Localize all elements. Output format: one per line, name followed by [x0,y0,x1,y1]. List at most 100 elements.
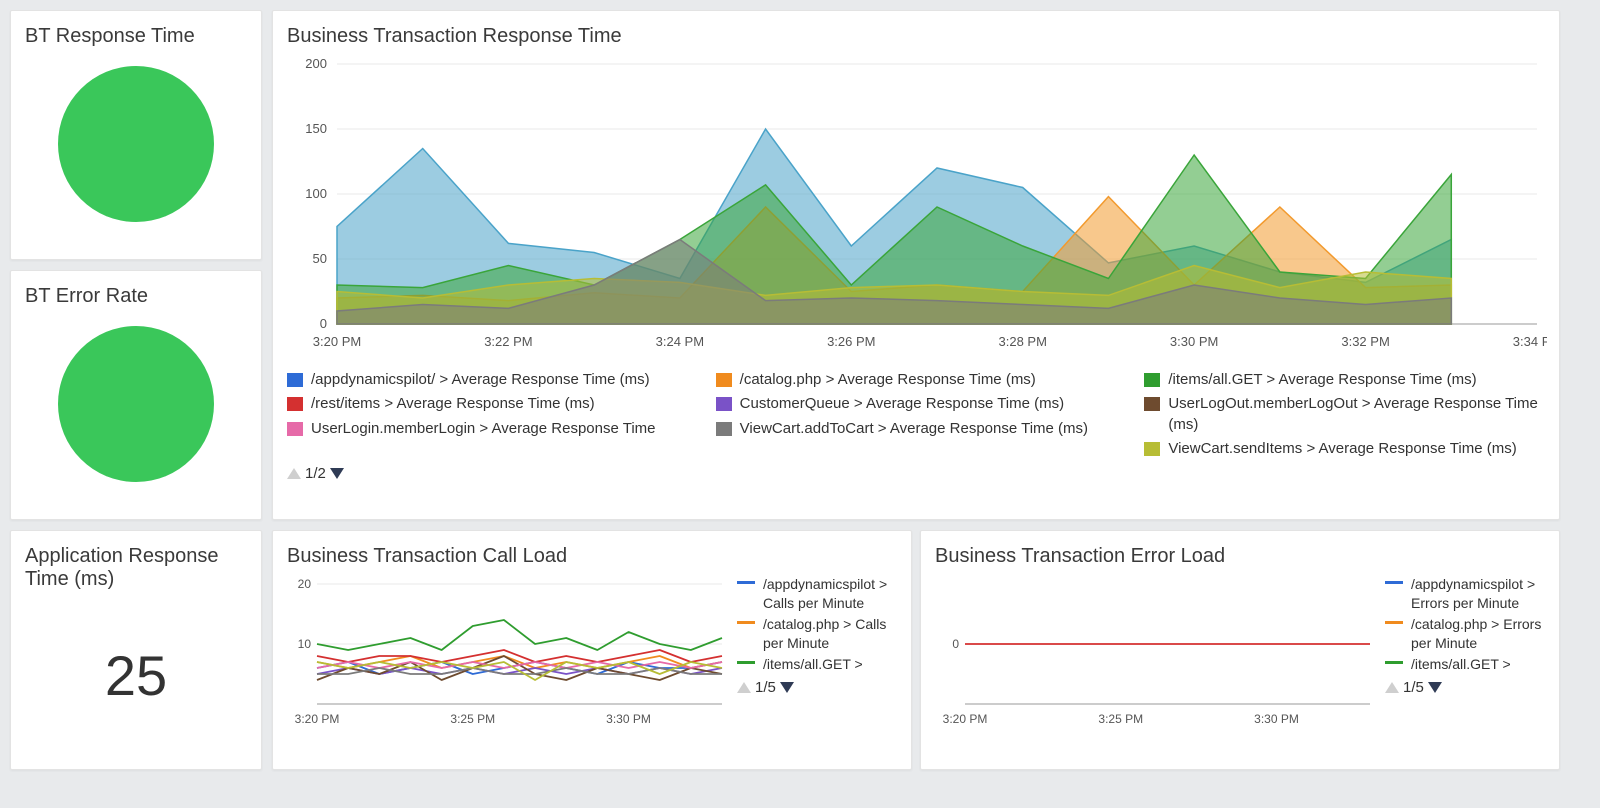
panel-call-load: Business Transaction Call Load 10 20 3:20 … [272,530,912,770]
status-circle-icon [58,326,214,482]
legend-label: CustomerQueue > Average Response Time (m… [740,394,1064,414]
svg-text:20: 20 [298,577,312,591]
legend-label: /rest/items > Average Response Time (ms) [311,394,595,414]
pager-text: 1/5 [755,679,776,696]
legend-item[interactable]: /items/all.GET > [1385,654,1545,675]
legend-swatch-icon [1144,373,1160,387]
legend-item[interactable]: /catalog.php > Average Response Time (ms… [716,368,1117,392]
pager-text: 1/2 [305,465,326,482]
legend-item[interactable]: /rest/items > Average Response Time (ms) [287,392,688,416]
legend-item[interactable]: ViewCart.sendItems > Average Response Ti… [1144,437,1545,461]
legend-line-icon [737,581,755,594]
legend-pager: 1/5 [737,679,794,696]
legend-line-icon [1385,621,1403,634]
chart-call-load[interactable]: 10 20 3:20 PM 3:25 PM 3:30 PM [287,574,727,729]
svg-text:3:28 PM: 3:28 PM [999,334,1047,349]
legend-label: ViewCart.sendItems > Average Response Ti… [1168,439,1516,459]
svg-text:3:26 PM: 3:26 PM [827,334,875,349]
legend-swatch-icon [716,397,732,411]
legend-item[interactable]: UserLogOut.memberLogOut > Average Respon… [1144,392,1545,437]
legend-swatch-icon [1144,442,1160,456]
panel-title: Business Transaction Error Load [935,545,1545,568]
legend-swatch-icon [716,373,732,387]
svg-text:3:32 PM: 3:32 PM [1341,334,1389,349]
legend-label: /catalog.php > Calls per Minute [763,615,897,653]
legend-label: /appdynamicspilot > Calls per Minute [763,575,897,613]
legend-label: /catalog.php > Average Response Time (ms… [740,370,1036,390]
legend-label: ViewCart.addToCart > Average Response Ti… [740,419,1088,439]
svg-text:10: 10 [298,637,312,651]
svg-text:3:20 PM: 3:20 PM [313,334,361,349]
svg-text:100: 100 [305,186,327,201]
legend-pager: 1/2 [287,465,344,482]
pager-next-icon[interactable] [1428,682,1442,693]
pager-next-icon[interactable] [330,468,344,479]
legend-label: /catalog.php > Errors per Minute [1411,615,1545,653]
legend-item[interactable]: /catalog.php > Calls per Minute [737,614,897,654]
pager-next-icon[interactable] [780,682,794,693]
legend-item[interactable]: /items/all.GET > Average Response Time (… [1144,368,1545,392]
panel-title: Application Response Time (ms) [25,545,247,591]
svg-text:3:22 PM: 3:22 PM [484,334,532,349]
chart-legend: /appdynamicspilot > Errors per Minute/ca… [1385,574,1545,675]
panel-bt-response-chart: Business Transaction Response Time 0 50 10… [272,10,1560,520]
legend-item[interactable]: /appdynamicspilot > Errors per Minute [1385,574,1545,614]
svg-text:3:30 PM: 3:30 PM [606,712,651,726]
svg-text:3:25 PM: 3:25 PM [1098,712,1143,726]
svg-text:50: 50 [313,251,327,266]
legend-label: /items/all.GET > [763,655,863,674]
chart-main[interactable]: 0 50 100 150 200 3:20 PM 3:22 PM 3:24 PM 3:26 PM… [287,54,1547,354]
legend-swatch-icon [287,422,303,436]
panel-bt-error-rate: BT Error Rate [10,270,262,520]
svg-text:3:34 PM: 3:34 PM [1513,334,1547,349]
svg-text:150: 150 [305,121,327,136]
legend-line-icon [1385,581,1403,594]
legend-label: UserLogin.memberLogin > Average Response… [311,419,656,439]
legend-swatch-icon [1144,397,1160,411]
chart-legend: /appdynamicspilot > Calls per Minute/cat… [737,574,897,675]
legend-line-icon [737,661,755,674]
metric-value: 25 [25,643,247,708]
svg-text:3:20 PM: 3:20 PM [295,712,340,726]
legend-label: /appdynamicspilot/ > Average Response Ti… [311,370,650,390]
legend-line-icon [1385,661,1403,674]
legend-label: /items/all.GET > Average Response Time (… [1168,370,1476,390]
legend-item[interactable]: /items/all.GET > [737,654,897,675]
legend-swatch-icon [716,422,732,436]
pager-prev-icon[interactable] [287,468,301,479]
legend-item[interactable]: /appdynamicspilot > Calls per Minute [737,574,897,614]
panel-title: Business Transaction Response Time [287,25,1545,48]
svg-text:3:25 PM: 3:25 PM [450,712,495,726]
legend-label: UserLogOut.memberLogOut > Average Respon… [1168,394,1545,435]
dashboard-grid: BT Response Time BT Error Rate Applicati… [0,0,1600,808]
panel-error-load: Business Transaction Error Load 0 3:20 PM… [920,530,1560,770]
svg-text:0: 0 [320,316,327,331]
legend-label: /appdynamicspilot > Errors per Minute [1411,575,1545,613]
legend-item[interactable]: /appdynamicspilot/ > Average Response Ti… [287,368,688,392]
legend-label: /items/all.GET > [1411,655,1511,674]
svg-text:3:20 PM: 3:20 PM [943,712,988,726]
panel-app-response-time: Application Response Time (ms) 25 [10,530,262,770]
panel-bt-response-time: BT Response Time [10,10,262,260]
svg-text:0: 0 [952,637,959,651]
legend-item[interactable]: /catalog.php > Errors per Minute [1385,614,1545,654]
legend-item[interactable]: UserLogin.memberLogin > Average Response… [287,417,688,441]
panel-title: BT Response Time [25,25,247,48]
pager-text: 1/5 [1403,679,1424,696]
legend-pager: 1/5 [1385,679,1442,696]
chart-legend: /appdynamicspilot/ > Average Response Ti… [287,368,1545,461]
svg-text:3:30 PM: 3:30 PM [1254,712,1299,726]
panel-title: BT Error Rate [25,285,247,308]
status-circle-icon [58,66,214,222]
legend-item[interactable]: CustomerQueue > Average Response Time (m… [716,392,1117,416]
chart-error-load[interactable]: 0 3:20 PM 3:25 PM 3:30 PM [935,574,1375,729]
svg-text:3:30 PM: 3:30 PM [1170,334,1218,349]
svg-text:200: 200 [305,56,327,71]
legend-swatch-icon [287,397,303,411]
svg-text:3:24 PM: 3:24 PM [656,334,704,349]
legend-item[interactable]: ViewCart.addToCart > Average Response Ti… [716,417,1117,441]
legend-line-icon [737,621,755,634]
panel-title: Business Transaction Call Load [287,545,897,568]
pager-prev-icon[interactable] [1385,682,1399,693]
pager-prev-icon[interactable] [737,682,751,693]
